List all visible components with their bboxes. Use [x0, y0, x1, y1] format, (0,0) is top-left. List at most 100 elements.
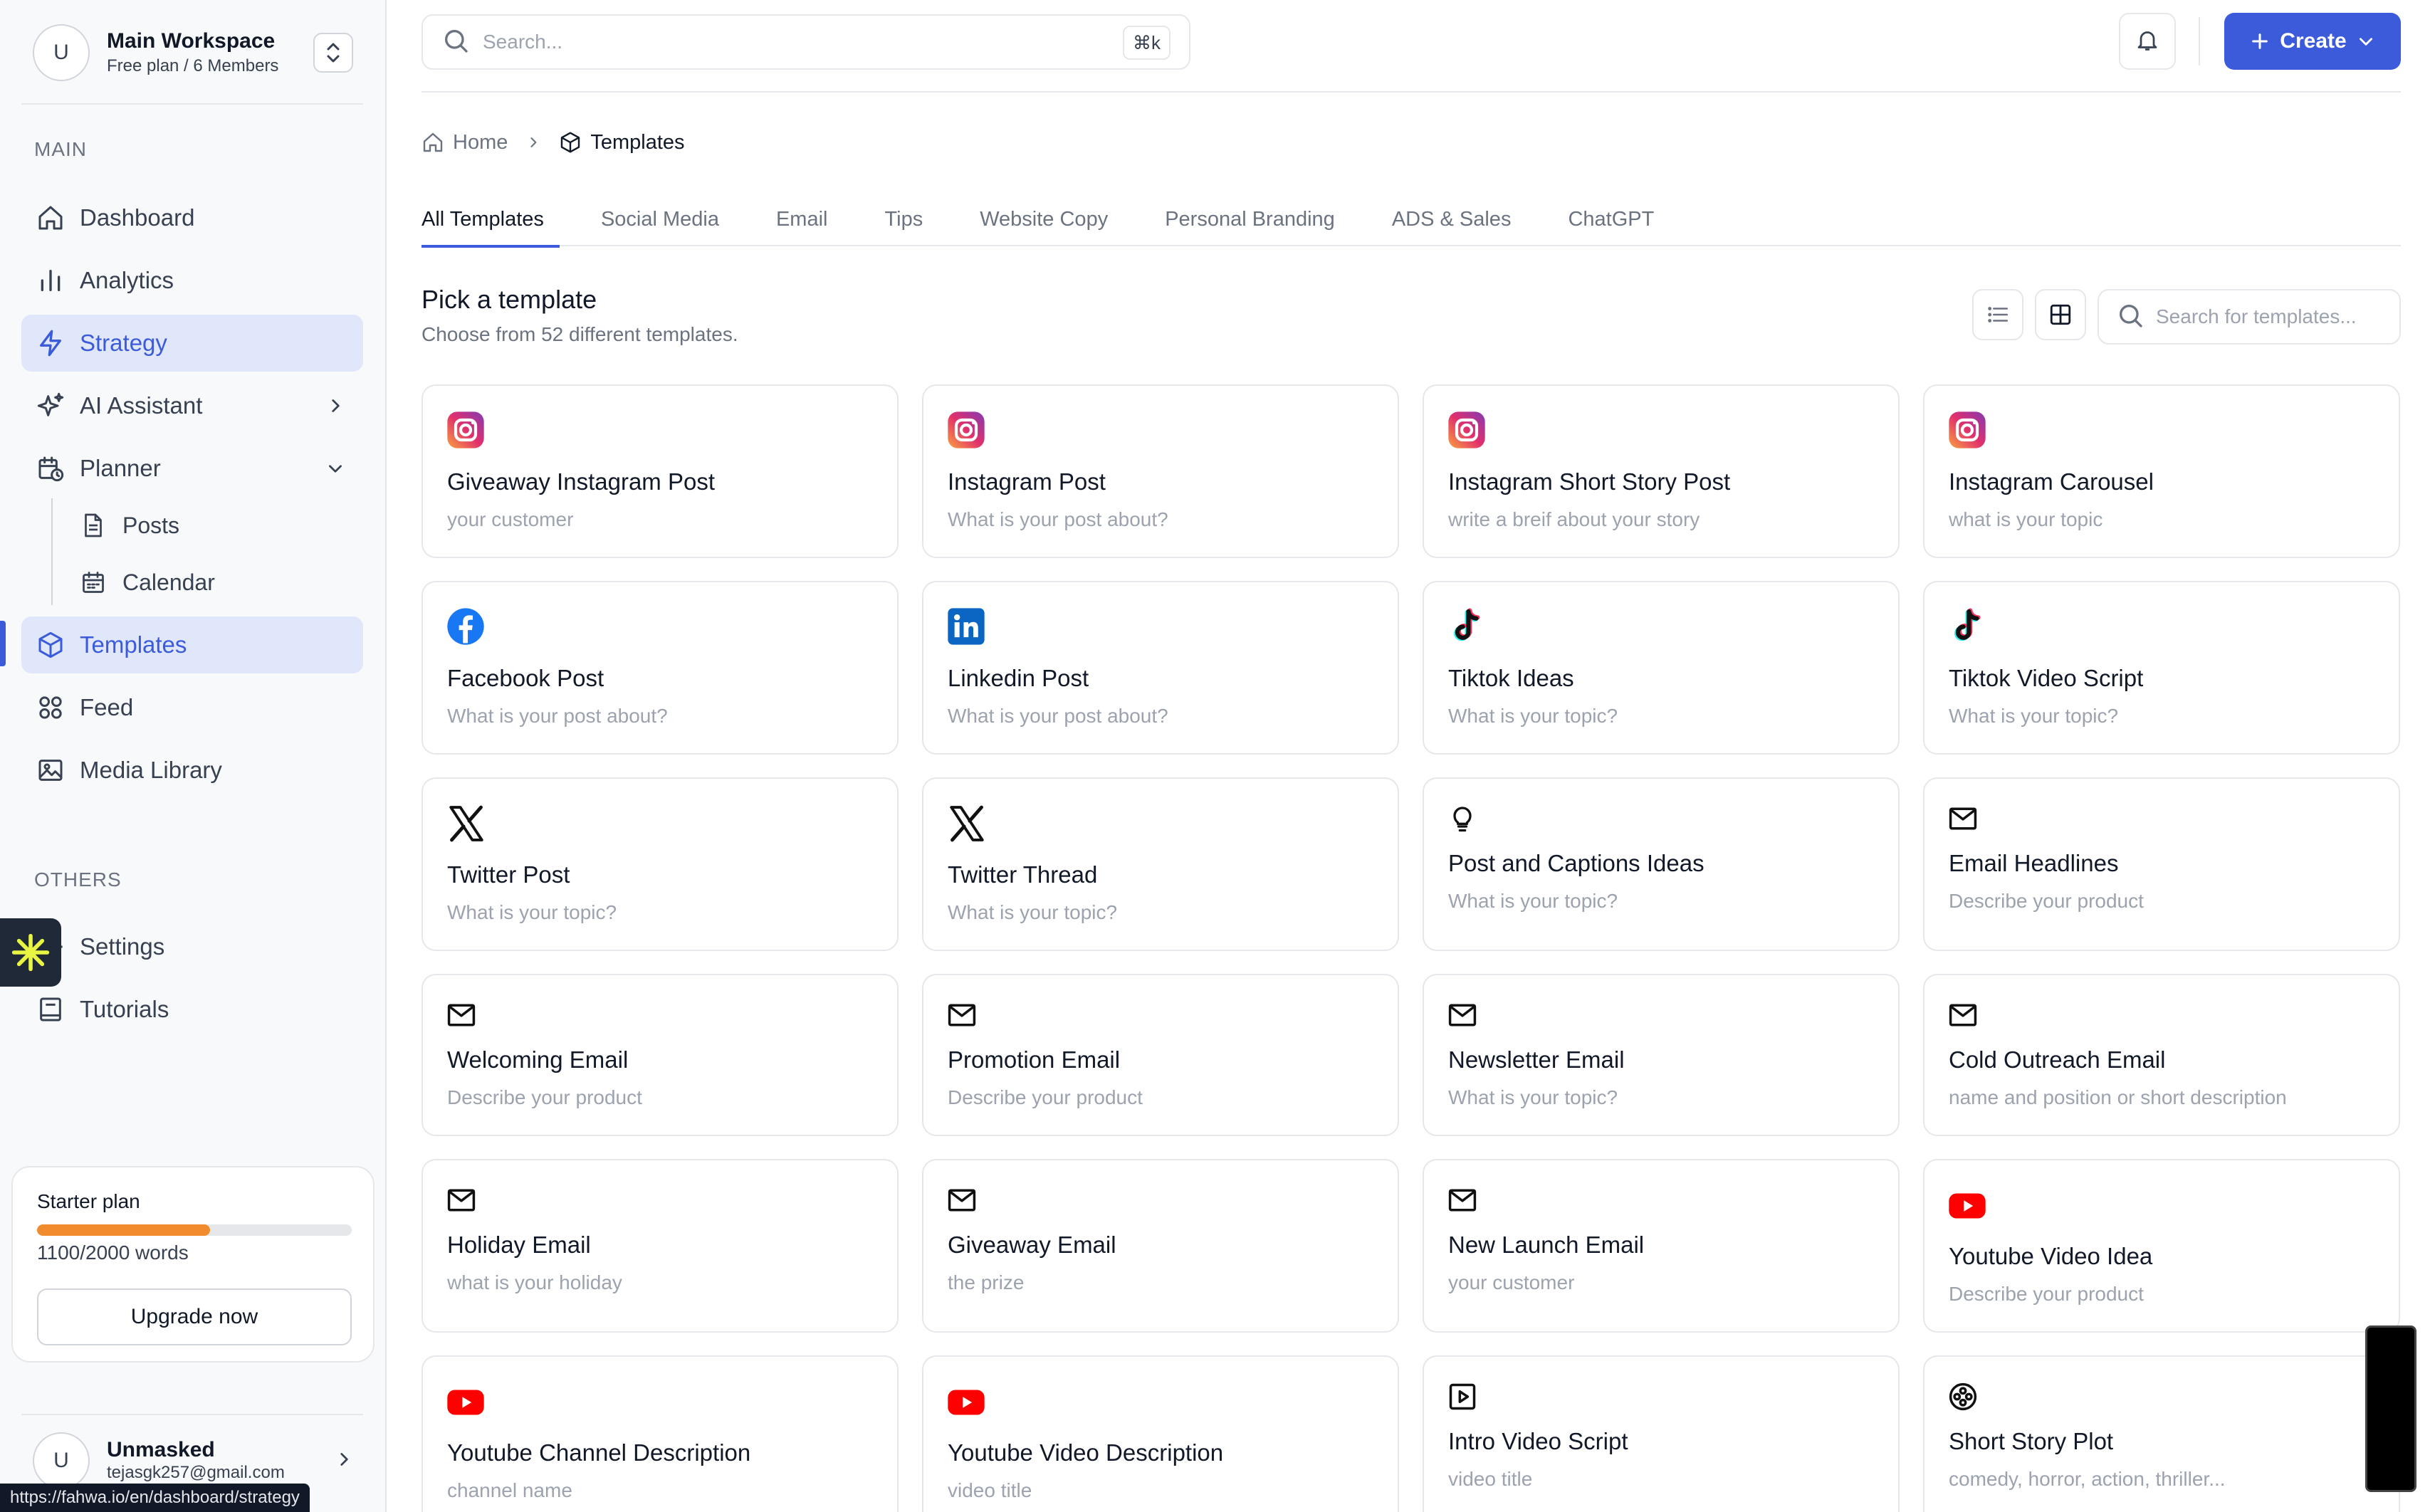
template-card[interactable]: Short Story Plot comedy, horror, action, … — [1923, 1355, 2400, 1512]
list-view-button[interactable] — [1972, 289, 2023, 340]
sidebar-item-tutorials[interactable]: Tutorials — [21, 981, 363, 1038]
template-card[interactable]: Email Headlines Describe your product — [1923, 777, 2400, 951]
template-title: Newsletter Email — [1448, 1046, 1625, 1073]
create-button[interactable]: Create — [2224, 13, 2401, 70]
plan-card: Starter plan 1100/2000 words Upgrade now — [11, 1166, 375, 1363]
shortcut-badge: ⌘k — [1123, 26, 1171, 60]
template-card[interactable]: Intro Video Script video title — [1423, 1355, 1900, 1512]
template-card[interactable]: New Launch Email your customer — [1423, 1159, 1900, 1333]
chevron-right-icon — [335, 1450, 353, 1472]
grid-view-button[interactable] — [2035, 289, 2086, 340]
template-card[interactable]: Linkedin Post What is your post about? — [922, 581, 1399, 755]
template-card[interactable]: Instagram Carousel what is your topic — [1923, 384, 2400, 558]
sidebar-item-media-library[interactable]: Media Library — [21, 742, 363, 799]
instagram-icon — [946, 410, 986, 453]
template-card[interactable]: Youtube Video Idea Describe your product — [1923, 1159, 2400, 1333]
tab-ads-sales[interactable]: ADS & Sales — [1392, 202, 1512, 246]
template-card[interactable]: Giveaway Instagram Post your customer — [421, 384, 899, 558]
sidebar-item-posts[interactable]: Posts — [64, 498, 363, 552]
tab-tips[interactable]: Tips — [884, 202, 923, 246]
film-reel-icon — [1947, 1381, 1979, 1416]
template-subtitle: What is your topic? — [948, 901, 1118, 923]
template-search-placeholder: Search for templates... — [2156, 305, 2357, 327]
template-card[interactable]: Instagram Post What is your post about? — [922, 384, 1399, 558]
calendar-clock-icon — [34, 452, 67, 485]
grid-circles-icon — [34, 691, 67, 724]
template-search-input[interactable]: Search for templates... — [2098, 289, 2401, 345]
template-card[interactable]: Holiday Email what is your holiday — [421, 1159, 899, 1333]
template-subtitle: video title — [948, 1479, 1032, 1501]
book-icon — [34, 993, 67, 1026]
template-card[interactable]: Promotion Email Describe your product — [922, 974, 1399, 1136]
template-subtitle: Describe your product — [1949, 890, 2144, 912]
template-card[interactable]: Instagram Short Story Post write a breif … — [1423, 384, 1900, 558]
user-menu[interactable]: U Unmasked tejasgk257@gmail.com — [33, 1431, 353, 1491]
avatar: U — [33, 1432, 90, 1489]
tab-social-media[interactable]: Social Media — [601, 202, 719, 246]
x-icon — [946, 803, 988, 848]
section-label-others: OTHERS — [34, 868, 122, 891]
template-card[interactable]: Post and Captions Ideas What is your topi… — [1423, 777, 1900, 951]
active-indicator — [0, 621, 6, 666]
sidebar-item-label: Planner — [80, 455, 161, 481]
sidebar-item-feed[interactable]: Feed — [21, 679, 363, 736]
user-name: Unmasked — [107, 1438, 215, 1461]
sidebar-item-analytics[interactable]: Analytics — [21, 252, 363, 309]
divider — [2199, 17, 2200, 65]
sidebar-item-templates[interactable]: Templates — [21, 616, 363, 673]
image-icon — [34, 754, 67, 787]
floating-widget-button[interactable] — [0, 918, 61, 987]
tab-personal-branding[interactable]: Personal Branding — [1165, 202, 1335, 246]
tab-website-copy[interactable]: Website Copy — [980, 202, 1108, 246]
sparkles-icon — [34, 389, 67, 422]
breadcrumb-current: Templates — [559, 131, 685, 154]
template-card[interactable]: Youtube Video Description video title — [922, 1355, 1399, 1512]
sidebar-item-calendar[interactable]: Calendar — [64, 555, 363, 609]
chevron-up-down-icon[interactable] — [313, 33, 353, 73]
template-title: Instagram Carousel — [1949, 468, 2154, 495]
template-card[interactable]: Twitter Post What is your topic? — [421, 777, 899, 951]
template-subtitle: Describe your product — [1949, 1283, 2144, 1305]
template-subtitle: What is your post about? — [948, 705, 1168, 727]
upgrade-button[interactable]: Upgrade now — [37, 1288, 352, 1345]
sidebar-item-settings[interactable]: Settings — [21, 918, 363, 975]
mail-icon — [1947, 999, 1979, 1034]
template-card[interactable]: Welcoming Email Describe your product — [421, 974, 899, 1136]
template-title: Youtube Channel Description — [447, 1439, 751, 1466]
sidebar-item-ai-assistant[interactable]: AI Assistant — [21, 377, 363, 434]
template-card[interactable]: Giveaway Email the prize — [922, 1159, 1399, 1333]
template-title: Welcoming Email — [447, 1046, 629, 1073]
template-card[interactable]: Newsletter Email What is your topic? — [1423, 974, 1900, 1136]
template-subtitle: name and position or short description — [1949, 1086, 2287, 1108]
lightbulb-icon — [1447, 803, 1478, 838]
template-card[interactable]: Facebook Post What is your post about? — [421, 581, 899, 755]
sidebar-item-planner[interactable]: Planner — [21, 440, 363, 497]
template-subtitle: What is your topic? — [447, 901, 617, 923]
sidebar-item-label: Dashboard — [80, 204, 195, 231]
breadcrumb-home[interactable]: Home — [421, 131, 508, 154]
template-card[interactable]: Cold Outreach Email name and position or … — [1923, 974, 2400, 1136]
scrollbar-thumb[interactable] — [2365, 1325, 2416, 1492]
notifications-button[interactable] — [2119, 13, 2176, 70]
play-square-icon — [1447, 1381, 1478, 1416]
workspace-switcher[interactable]: U Main Workspace Free plan / 6 Members — [33, 23, 353, 83]
sidebar-item-strategy[interactable]: Strategy — [21, 315, 363, 372]
search-icon — [441, 26, 470, 58]
tab-email[interactable]: Email — [776, 202, 828, 246]
sidebar-item-dashboard[interactable]: Dashboard — [21, 189, 363, 246]
template-card[interactable]: Tiktok Ideas What is your topic? — [1423, 581, 1900, 755]
cube-icon — [561, 132, 580, 153]
template-card[interactable]: Twitter Thread What is your topic? — [922, 777, 1399, 951]
template-category-tabs: All Templates Social Media Email Tips We… — [421, 202, 2401, 248]
template-card[interactable]: Youtube Channel Description channel name — [421, 1355, 899, 1512]
template-card[interactable]: Tiktok Video Script What is your topic? — [1923, 581, 2400, 755]
youtube-icon — [946, 1382, 986, 1426]
sidebar-item-label: Media Library — [80, 757, 222, 783]
sidebar-item-label: Posts — [122, 512, 180, 538]
home-icon — [423, 132, 443, 152]
usage-words: 1100/2000 words — [37, 1241, 189, 1264]
tab-chatgpt[interactable]: ChatGPT — [1568, 202, 1654, 246]
sidebar-item-label: Tutorials — [80, 996, 169, 1022]
global-search-input[interactable]: Search... ⌘k — [421, 14, 1190, 70]
tab-all-templates[interactable]: All Templates — [421, 202, 560, 248]
